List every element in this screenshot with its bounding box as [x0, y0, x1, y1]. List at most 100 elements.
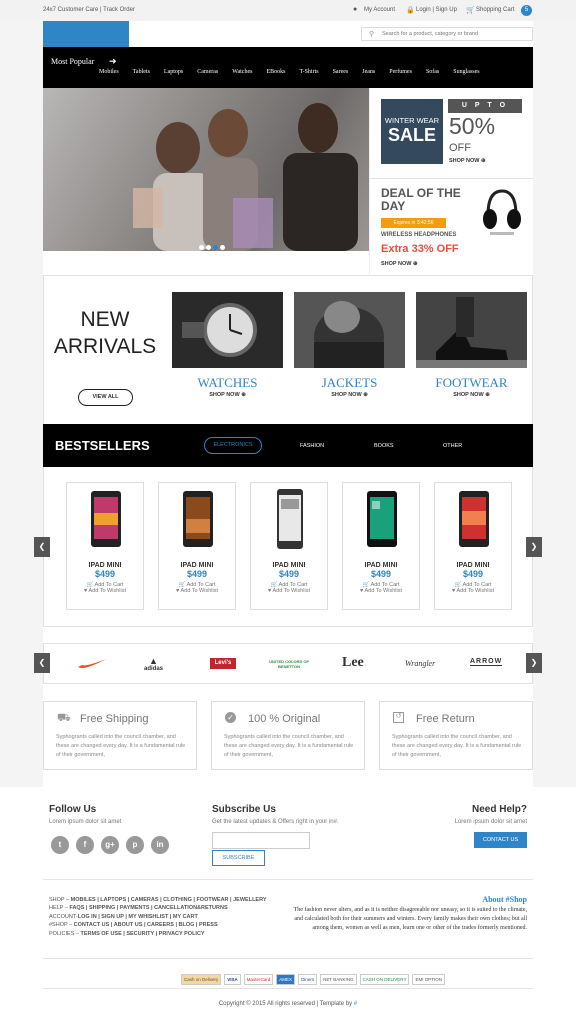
carousel-dot[interactable] [199, 245, 204, 250]
site-logo[interactable] [43, 21, 129, 47]
payment-visa-icon: VISA [224, 974, 241, 985]
footwear-image[interactable] [416, 292, 527, 368]
carousel-dot[interactable] [206, 245, 211, 250]
lock-icon: 🔒 [406, 7, 415, 14]
payment-mastercard-icon: MasterCard [243, 974, 274, 985]
product-card[interactable]: IPAD MINI $499 🛒 Add To Cart ♥ Add To Wi… [342, 482, 420, 610]
subscribe-email-input[interactable] [212, 832, 310, 849]
main-nav: Most Popular ➜ Mobiles Tablets Laptops C… [43, 47, 533, 88]
top-bar: 24x7 Customer Care | Track Order ● My Ac… [0, 0, 576, 21]
google-plus-icon[interactable]: g+ [101, 836, 119, 854]
product-card[interactable]: IPAD MINI $499 🛒 Add To Cart ♥ Add To Wi… [434, 482, 512, 610]
login-signup-link[interactable]: Login | Sign Up [416, 7, 457, 13]
add-to-wishlist-link[interactable]: ♥ Add To Wishlist [343, 588, 419, 594]
product-price: $499 [370, 569, 392, 579]
product-card[interactable]: IPAD MINI $499 🛒 Add To Cart ♥ Add To Wi… [250, 482, 328, 610]
levis-logo[interactable]: Levi's [210, 658, 236, 669]
jackets-shop-now[interactable]: SHOP NOW ⊕ [294, 392, 405, 398]
product-name: IPAD MINI [456, 562, 490, 569]
brands-prev-button[interactable]: ❮ [34, 653, 50, 673]
contact-us-button[interactable]: CONTACT US [474, 832, 527, 848]
footer-links-row: ACCOUNT-LOG IN | SIGN UP | MY WHISHLIST … [49, 913, 198, 920]
heart-icon: ♥ [360, 588, 364, 594]
footer-links-row: HELP – FAQS | SHIPPING | PAYMENTS | CANC… [49, 905, 228, 912]
footwear-label[interactable]: FOOTWEAR [416, 375, 527, 391]
sale-box: WINTER WEAR SALE [381, 99, 443, 164]
arrow-right-icon: ➜ [109, 56, 117, 66]
product-name: IPAD MINI [272, 562, 306, 569]
products-next-button[interactable]: ❯ [526, 537, 542, 557]
hero-banner[interactable] [43, 88, 369, 251]
nav-item[interactable]: Jeans [362, 69, 375, 75]
nav-item[interactable]: Sofas [426, 69, 439, 75]
product-name: IPAD MINI [180, 562, 214, 569]
deal-of-the-day[interactable]: DEAL OF THE DAY Expires in 3:42:56 WIREL… [369, 178, 533, 274]
customer-care-link[interactable]: 24x7 Customer Care | Track Order [43, 7, 135, 13]
wrangler-logo[interactable]: Wrangler [405, 659, 435, 668]
nav-item[interactable]: T-Shirts [299, 69, 318, 75]
nav-item[interactable]: Watches [232, 69, 252, 75]
view-all-button[interactable]: VIEW ALL [78, 389, 133, 406]
nav-item[interactable]: Perfumes [389, 69, 412, 75]
my-account-link[interactable]: My Account [364, 7, 395, 13]
search-input[interactable]: ⚲ Search for a product, category or bran… [361, 27, 533, 41]
add-to-wishlist-link[interactable]: ♥ Add To Wishlist [67, 588, 143, 594]
product-card[interactable]: IPAD MINI $499 🛒 Add To Cart ♥ Add To Wi… [158, 482, 236, 610]
shop-now-link[interactable]: SHOP NOW ⊕ [449, 158, 486, 164]
nav-item[interactable]: Sarees [333, 69, 349, 75]
nike-logo[interactable] [76, 657, 108, 671]
nav-item[interactable]: EBooks [266, 69, 285, 75]
nav-item[interactable]: Laptops [164, 69, 183, 75]
copyright: Copyright © 2015 All rights reserved | T… [218, 1001, 358, 1007]
tab-electronics[interactable]: ELECTRONICS [204, 437, 262, 454]
adidas-logo[interactable]: ▲ adidas [144, 656, 163, 672]
template-link[interactable]: # [354, 1001, 357, 1007]
phone-image [91, 491, 121, 547]
linkedin-icon[interactable]: in [151, 836, 169, 854]
heart-icon: ♥ [268, 588, 272, 594]
most-popular-label[interactable]: Most Popular [51, 57, 94, 66]
watches-label[interactable]: WATCHES [172, 375, 283, 391]
product-price: $499 [186, 569, 208, 579]
nav-item[interactable]: Tablets [133, 69, 150, 75]
tab-other[interactable]: OTHER [443, 443, 462, 449]
watches-image[interactable] [172, 292, 283, 368]
carousel-dot-active[interactable] [213, 245, 218, 250]
pinterest-icon[interactable]: p [126, 836, 144, 854]
subscribe-button[interactable]: SUBSCRIBE [212, 850, 265, 866]
footer-links: SHOP – MOBILES | LAPTOPS | CAMERAS | CLO… [49, 896, 267, 938]
arrow-logo[interactable]: ARROW [470, 658, 503, 666]
winter-sale-promo[interactable]: WINTER WEAR SALE U P T O 50% OFF SHOP NO… [369, 88, 533, 178]
carousel-dot[interactable] [220, 245, 225, 250]
jackets-label[interactable]: JACKETS [294, 375, 405, 391]
facebook-icon[interactable]: f [76, 836, 94, 854]
product-carousel: IPAD MINI $499 🛒 Add To Cart ♥ Add To Wi… [43, 467, 533, 627]
products-prev-button[interactable]: ❮ [34, 537, 50, 557]
benetton-logo[interactable]: UNITED COLORS OF BENETTON [269, 659, 309, 669]
deal-shop-now-link[interactable]: SHOP NOW ⊕ [381, 261, 418, 267]
product-name: IPAD MINI [364, 562, 398, 569]
return-box-icon: ↺ [393, 712, 404, 723]
add-to-wishlist-link[interactable]: ♥ Add To Wishlist [159, 588, 235, 594]
jackets-image[interactable] [294, 292, 405, 368]
add-to-wishlist-link[interactable]: ♥ Add To Wishlist [435, 588, 511, 594]
nav-item[interactable]: Sunglasses [453, 69, 479, 75]
chevron-circle-icon: ⊕ [413, 261, 418, 267]
truck-icon: ⛟ [57, 712, 71, 724]
watches-shop-now[interactable]: SHOP NOW ⊕ [172, 392, 283, 398]
product-price: $499 [278, 569, 300, 579]
tab-books[interactable]: BOOKS [374, 443, 394, 449]
payment-netbanking-icon: NET BANKING [320, 974, 357, 985]
twitter-icon[interactable]: t [51, 836, 69, 854]
add-to-wishlist-link[interactable]: ♥ Add To Wishlist [251, 588, 327, 594]
product-card[interactable]: IPAD MINI $499 🛒 Add To Cart ♥ Add To Wi… [66, 482, 144, 610]
shopping-cart-link[interactable]: Shopping Cart [476, 7, 514, 13]
tab-fashion[interactable]: FASHION [300, 443, 324, 449]
lee-logo[interactable]: Lee [342, 655, 364, 671]
nav-item[interactable]: Mobiles [99, 69, 119, 75]
footer-links-row: SHOP – MOBILES | LAPTOPS | CAMERAS | CLO… [49, 897, 267, 903]
heart-icon: ♥ [176, 588, 180, 594]
footwear-shop-now[interactable]: SHOP NOW ⊕ [416, 392, 527, 398]
brands-next-button[interactable]: ❯ [526, 653, 542, 673]
nav-item[interactable]: Cameras [197, 69, 218, 75]
